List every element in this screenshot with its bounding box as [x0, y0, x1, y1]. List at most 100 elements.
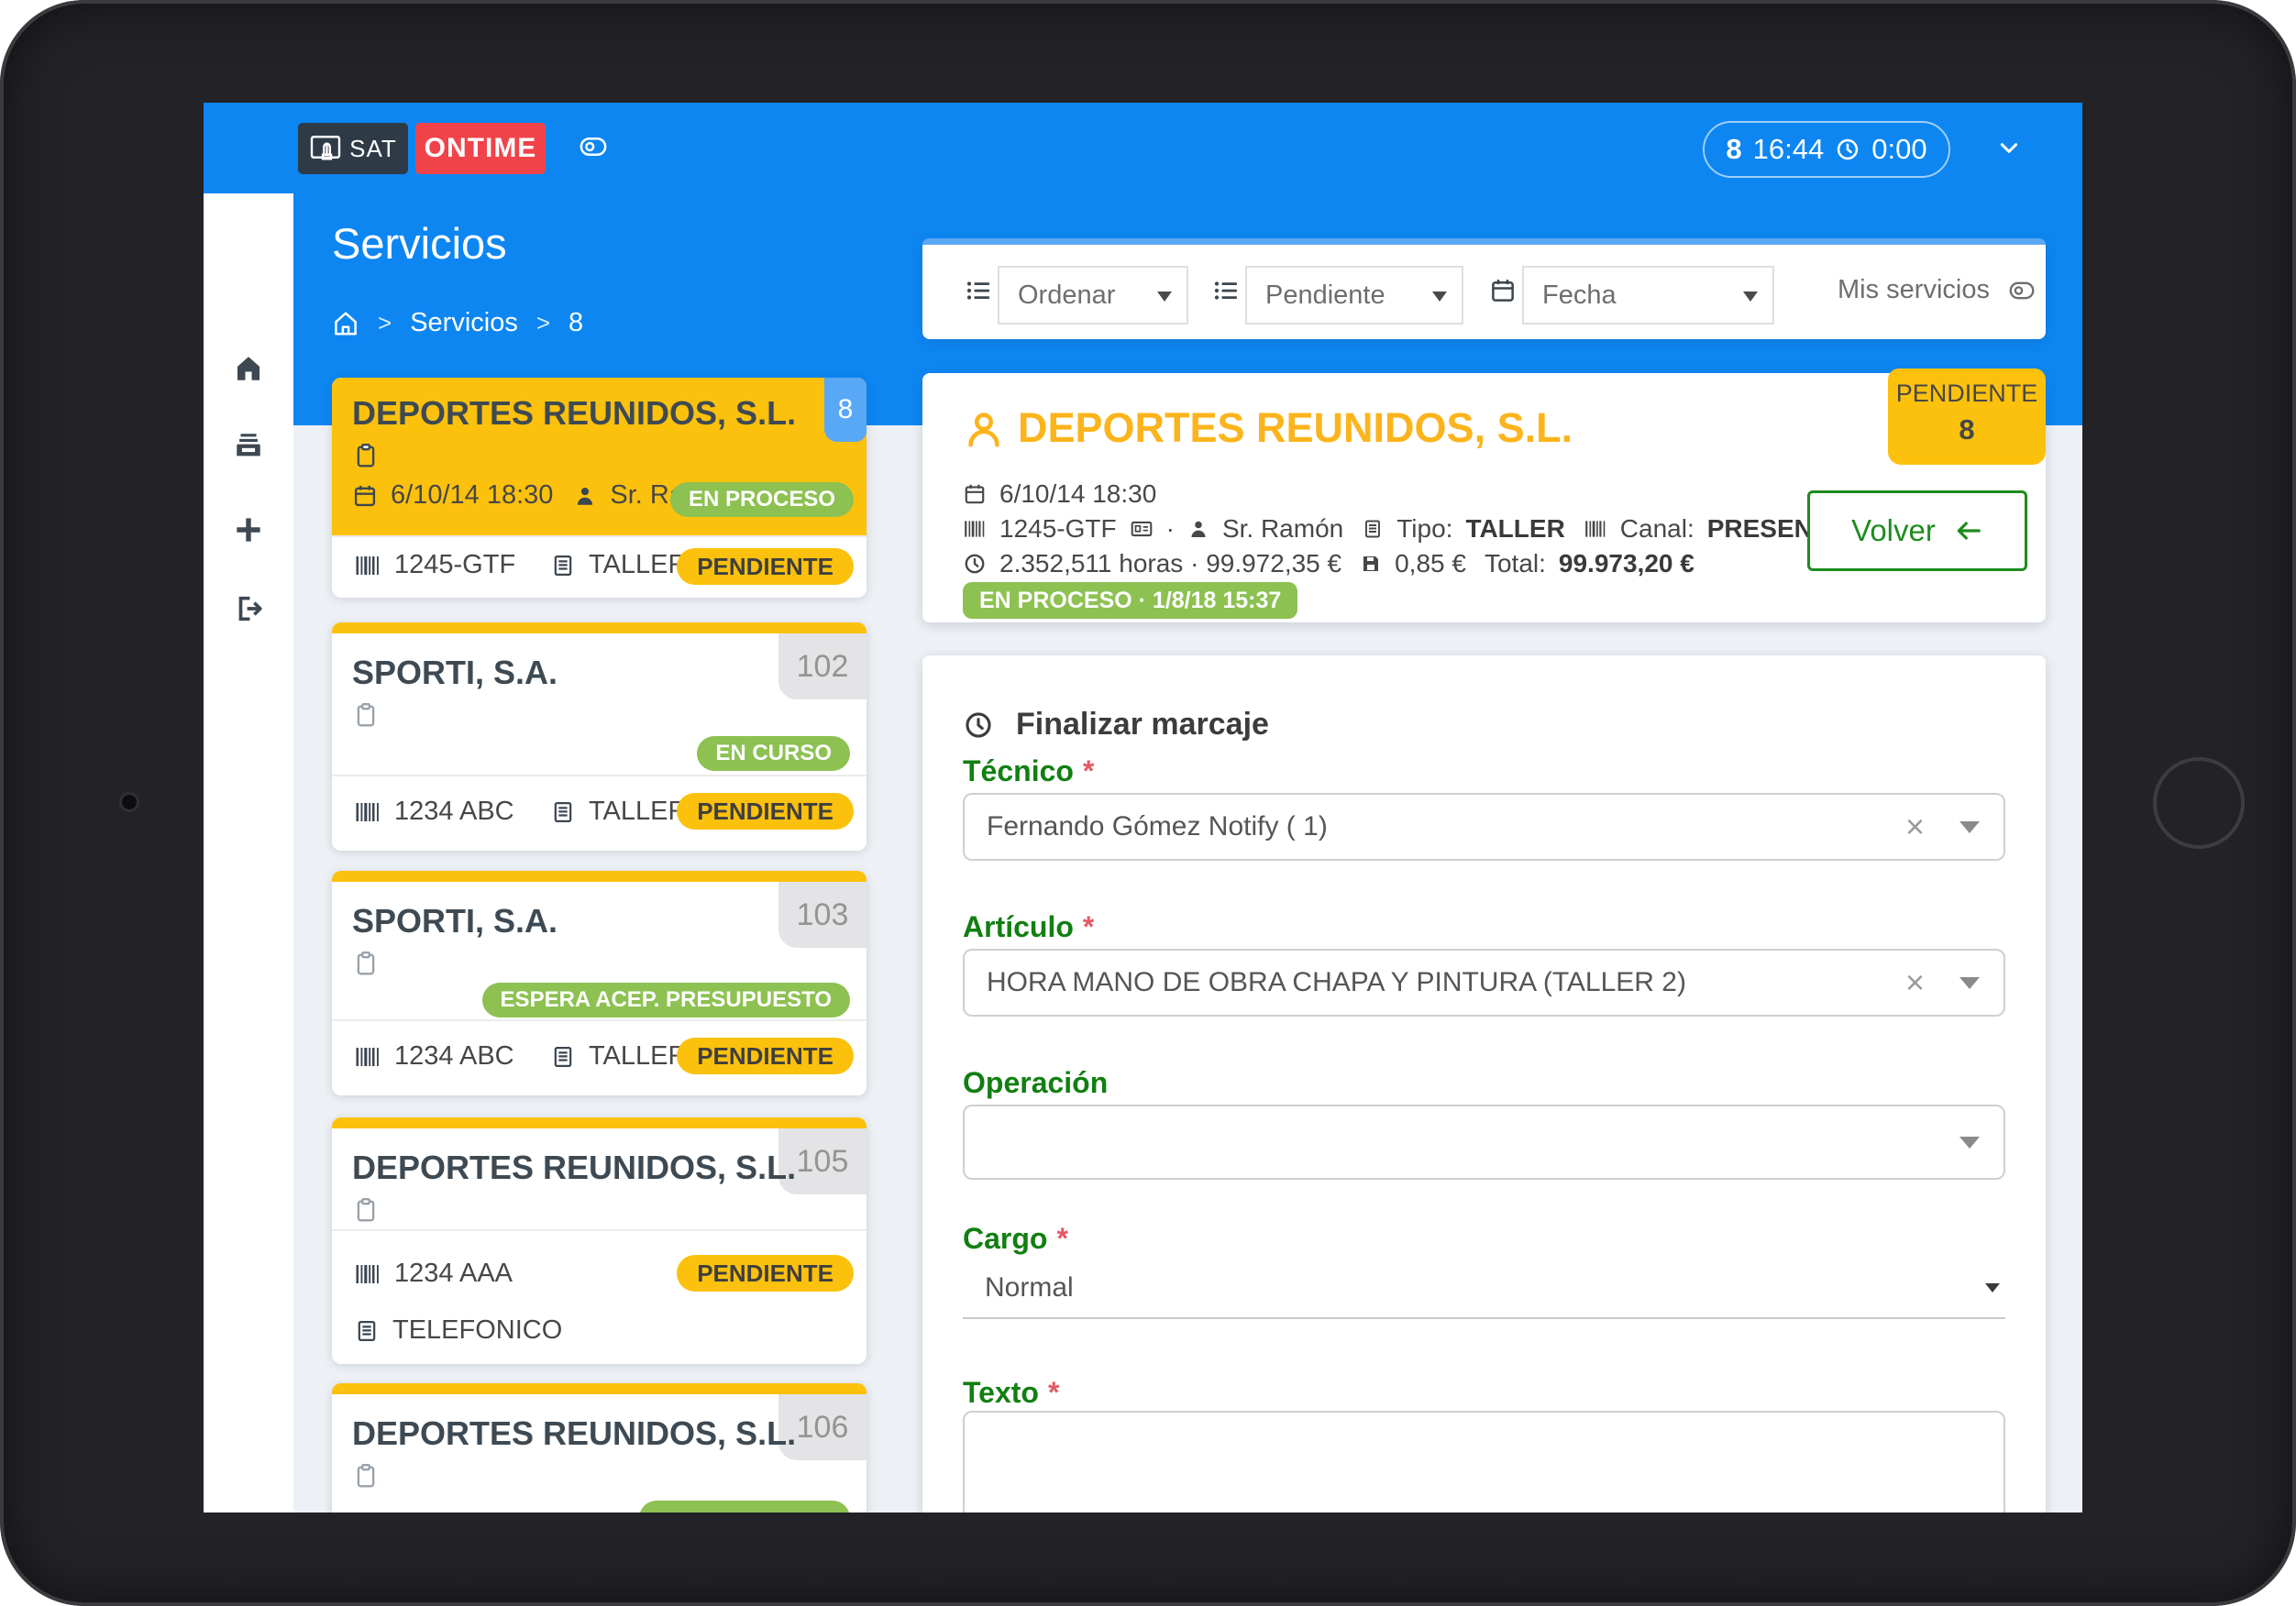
visibility-toggle-icon[interactable]	[574, 133, 613, 160]
card-footer: 1234 ABC TALLER PENDIENTE	[332, 1019, 867, 1095]
estado-pill: PENDIENTE	[677, 1038, 854, 1074]
detail-date-row: 6/10/14 18:30	[963, 479, 1156, 509]
mis-servicios-toggle[interactable]: Mis servicios	[1838, 275, 2039, 305]
required-asterisk: *	[1047, 1376, 1060, 1409]
barcode-icon	[354, 798, 381, 826]
card-date: 6/10/14 18:30	[391, 480, 554, 510]
card-title: DEPORTES REUNIDOS, S.L.	[352, 394, 797, 432]
service-card[interactable]: 102 SPORTI, S.A. EN CURSO 1234 ABC TALLE…	[332, 622, 867, 851]
session-time: 16:44	[1752, 133, 1825, 165]
home-icon	[332, 310, 359, 337]
person-outline-icon	[963, 408, 1005, 450]
card-plate: 1234 AAA	[394, 1259, 513, 1288]
card-type: TALLER	[589, 797, 688, 826]
operacion-select[interactable]	[963, 1105, 2005, 1180]
list-icon	[965, 277, 992, 304]
detail-title: DEPORTES REUNIDOS, S.L.	[1018, 404, 1573, 451]
card-type: TALLER	[589, 550, 688, 579]
articulo-select[interactable]: HORA MANO DE OBRA CHAPA Y PINTURA (TALLE…	[963, 949, 2005, 1017]
person-icon	[1187, 518, 1209, 540]
sidebar-item-add[interactable]	[204, 512, 293, 547]
breadcrumb-servicios[interactable]: Servicios	[410, 308, 518, 338]
sidebar	[204, 193, 293, 1512]
tecnico-label: Técnico *	[963, 754, 1095, 787]
service-number-badge: 102	[778, 633, 867, 699]
session-timer-pill[interactable]: 8 16:44 0:00	[1703, 121, 1950, 178]
clear-icon[interactable]: ×	[1905, 966, 1925, 999]
service-card[interactable]: 105 DEPORTES REUNIDOS, S.L. 1234 AAA PEN…	[332, 1117, 867, 1364]
ordenar-select[interactable]: Ordenar	[998, 266, 1188, 324]
texto-textarea[interactable]	[963, 1411, 2005, 1512]
clear-icon[interactable]: ×	[1905, 810, 1925, 843]
detail-cost-row: 2.352,511 horas · 99.972,35 € 0,85 € Tot…	[963, 549, 1694, 578]
volver-button[interactable]: Volver	[1807, 490, 2027, 571]
breadcrumb-home[interactable]	[332, 308, 359, 338]
detail-status-badge: EN PROCESO · 1/8/18 15:37	[963, 582, 1298, 619]
card-plate: 1245-GTF	[394, 550, 516, 579]
fecha-select[interactable]: Fecha	[1522, 266, 1774, 324]
plus-icon	[231, 512, 266, 547]
card-accent-strip	[332, 1117, 867, 1128]
breadcrumb-separator: >	[535, 309, 551, 336]
chevron-down-icon[interactable]	[1993, 136, 2025, 160]
sidebar-item-home[interactable]	[204, 353, 293, 384]
mis-servicios-label: Mis servicios	[1838, 275, 1990, 304]
card-title: DEPORTES REUNIDOS, S.L.	[352, 1414, 797, 1452]
tablet-home-button	[2153, 757, 2245, 849]
total-label: Total:	[1484, 549, 1546, 578]
save-disk-icon	[1360, 553, 1382, 575]
status-pill: EN PROCESO	[669, 482, 854, 517]
caret-down-icon[interactable]	[1959, 820, 1980, 833]
estado-pill: PENDIENTE	[677, 793, 854, 830]
journal-icon	[550, 1044, 576, 1070]
badge-status: PENDIENTE	[1895, 380, 2038, 407]
tablet-camera	[119, 792, 139, 812]
barcode-icon	[963, 517, 987, 541]
estado-select[interactable]: Pendiente	[1245, 266, 1463, 324]
service-card[interactable]: 106 DEPORTES REUNIDOS, S.L.	[332, 1383, 867, 1512]
list-icon	[1212, 277, 1240, 304]
clipboard-icon	[352, 1196, 380, 1224]
caret-down-icon[interactable]	[1959, 1136, 1980, 1149]
caret-down-icon[interactable]	[1959, 976, 1980, 989]
detail-date: 6/10/14 18:30	[999, 479, 1157, 508]
sidebar-item-print[interactable]	[204, 430, 293, 461]
service-number-badge: 103	[778, 882, 867, 948]
type-row: TALLER	[550, 550, 687, 580]
status-pill: EN CURSO	[697, 736, 850, 771]
detail-horas: 2.352,511 horas · 99.972,35 €	[999, 549, 1342, 578]
card-accent-strip	[332, 871, 867, 882]
required-asterisk: *	[1082, 754, 1095, 787]
total-value: 99.973,20 €	[1558, 549, 1694, 578]
clipboard-icon	[352, 701, 380, 729]
tipo-label: Tipo:	[1396, 514, 1453, 543]
status-pill: ESPERA ACEP. PRESUPUESTO	[481, 983, 850, 1018]
sidebar-item-logout[interactable]	[204, 593, 293, 624]
operacion-label: Operación	[963, 1066, 1109, 1099]
service-card-active[interactable]: 8 DEPORTES REUNIDOS, S.L. 6/10/14 18:30 …	[332, 378, 867, 598]
clipboard-icon	[352, 1462, 380, 1490]
canal-label: Canal:	[1619, 514, 1694, 543]
detail-plate: 1245-GTF	[999, 514, 1117, 543]
person-icon	[573, 484, 597, 508]
card-accent-strip	[332, 622, 867, 633]
filter-accent-strip	[922, 238, 2046, 245]
service-card[interactable]: 103 SPORTI, S.A. ESPERA ACEP. PRESUPUEST…	[332, 871, 867, 1095]
card-footer: 1245-GTF TALLER PENDIENTE	[332, 535, 867, 598]
breadcrumb-current: 8	[568, 308, 584, 337]
tipo-value: TALLER	[1465, 514, 1565, 543]
tecnico-value: Fernando Gómez Notify ( 1)	[987, 811, 1328, 842]
tecnico-select[interactable]: Fernando Gómez Notify ( 1) ×	[963, 793, 2005, 861]
service-number-badge: 8	[824, 378, 867, 442]
journal-icon	[354, 1318, 380, 1344]
cargo-label: Cargo *	[963, 1222, 1068, 1255]
estado-pill: PENDIENTE	[677, 548, 854, 585]
id-card-icon[interactable]	[1130, 517, 1154, 541]
sat-logo: SAT	[298, 123, 408, 174]
form-title: Finalizar marcaje	[1016, 707, 1269, 742]
cargo-select[interactable]: Normal	[963, 1259, 2005, 1319]
arrow-left-icon	[1954, 516, 1983, 545]
card-footer: 1234 AAA PENDIENTE TELEFONICO	[332, 1229, 867, 1364]
breadcrumb-separator: >	[378, 309, 392, 336]
caret-down-icon	[1157, 292, 1172, 302]
